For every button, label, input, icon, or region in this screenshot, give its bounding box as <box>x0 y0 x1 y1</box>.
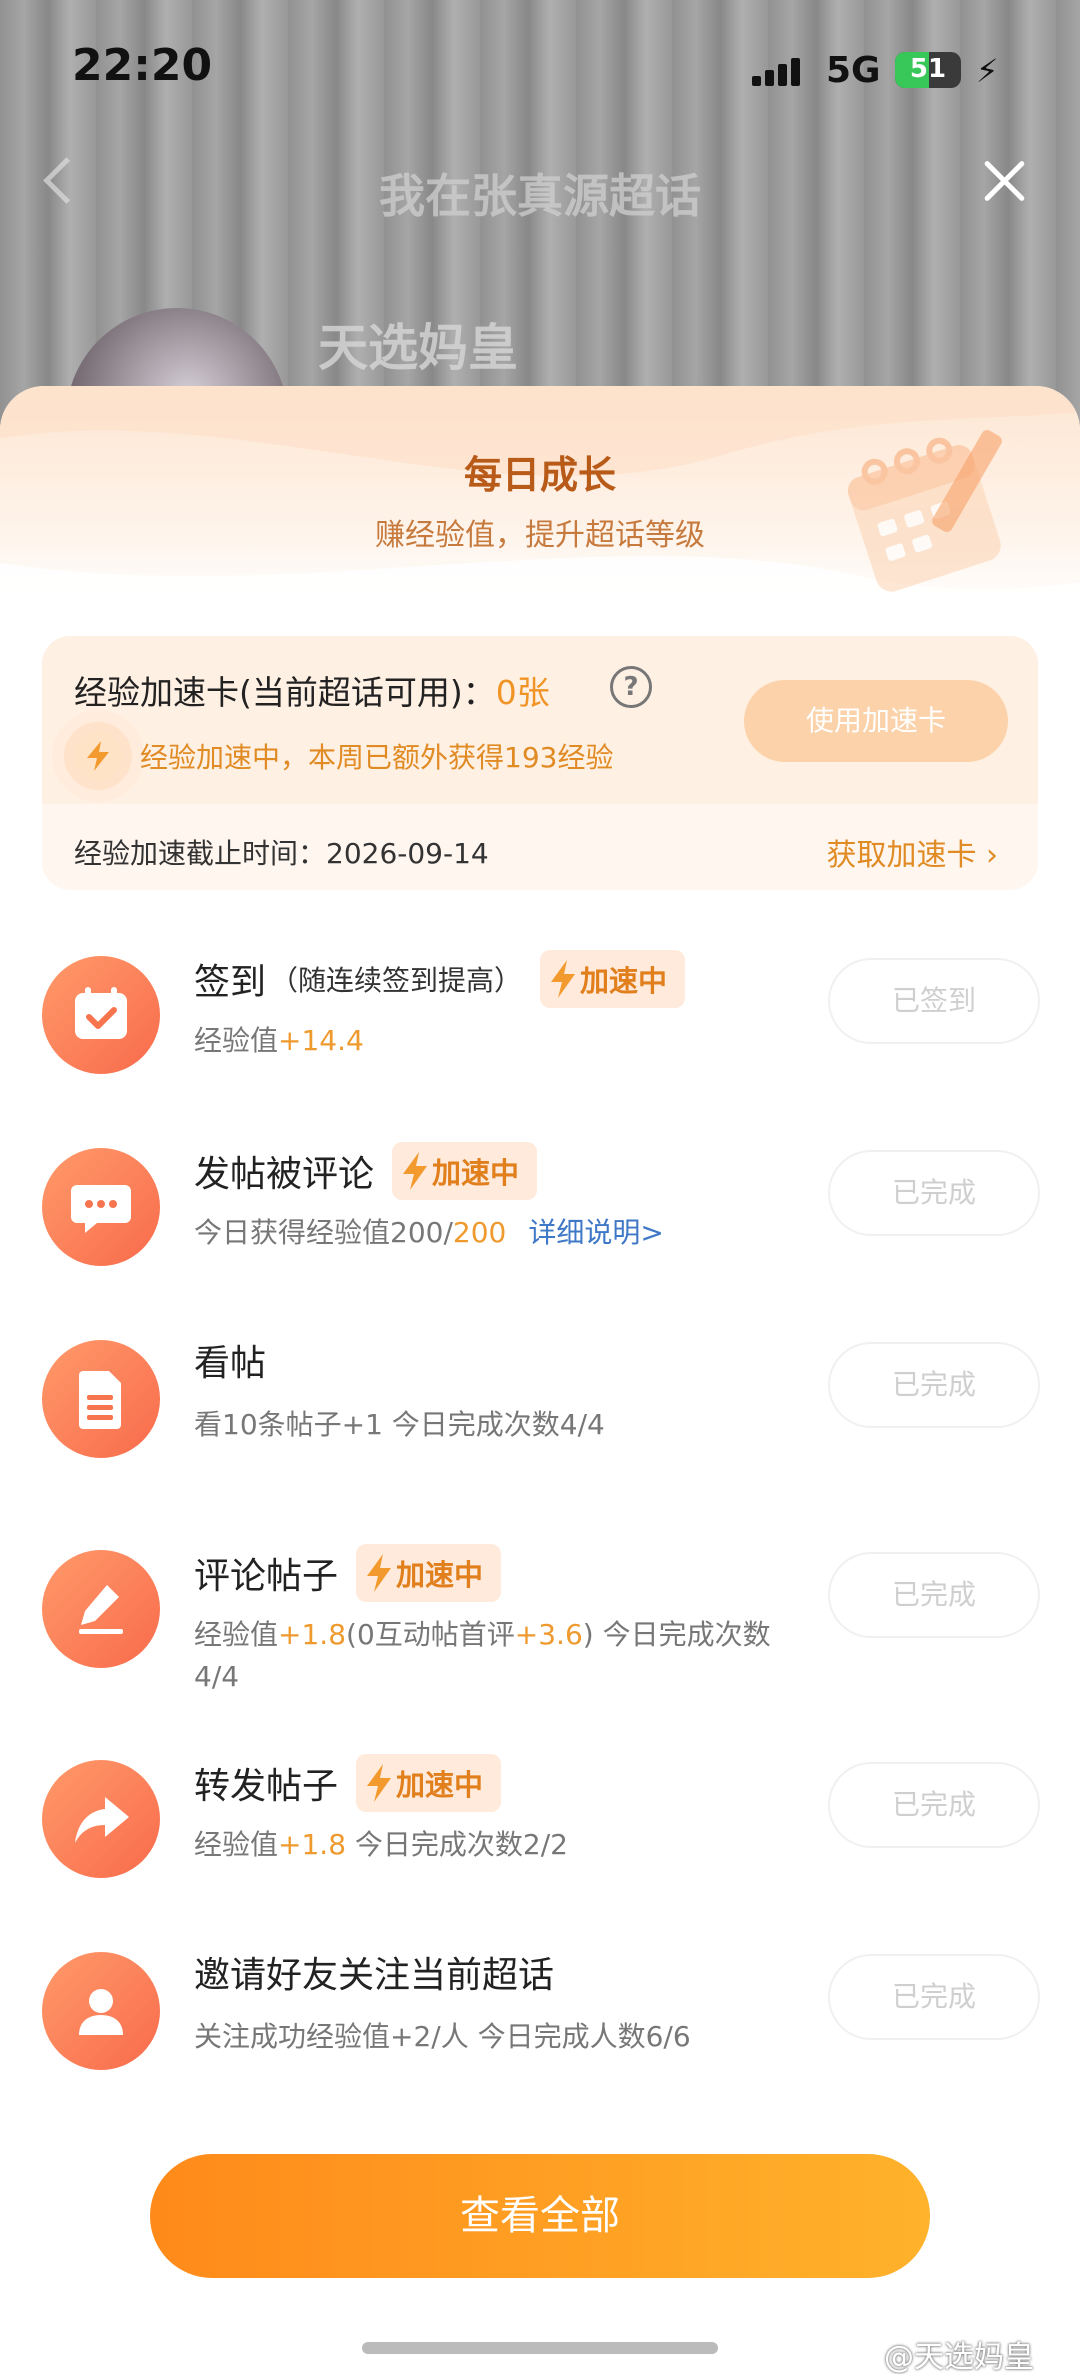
completed-button[interactable]: 已完成 <box>828 1552 1040 1638</box>
task-description: 经验值+1.8 今日完成次数2/2 <box>194 1828 568 1861</box>
share-arrow-icon <box>42 1760 160 1878</box>
task-share-posts: 转发帖子 加速中 经验值+1.8 今日完成次数2/2 已完成 <box>0 1746 1080 1926</box>
task-note: （随连续签到提高） <box>270 964 523 997</box>
accelerating-status: 经验加速中，本周已额外获得193经验 <box>74 728 613 784</box>
accelerating-text: 经验加速中，本周已额外获得193经验 <box>140 741 614 774</box>
task-title: 发帖被评论 <box>194 1154 375 1195</box>
daily-growth-sheet: 每日成长 赚经验值，提升超话等级 经验加速卡(当前超话可用)：0张 ? 使用加速… <box>0 386 1080 2374</box>
help-icon[interactable]: ? <box>610 666 652 708</box>
calendar-illustration-icon <box>847 430 1002 592</box>
task-description: 经验值+14.4 <box>194 1024 364 1057</box>
signal-icon <box>752 56 808 86</box>
watermark: @天选妈皇 <box>884 2340 1034 2374</box>
lightning-icon <box>403 1152 428 1190</box>
task-title: 邀请好友关注当前超话 <box>194 1955 555 1996</box>
battery-percent: 51 <box>909 54 947 84</box>
network-label: 5G <box>826 50 881 91</box>
task-description: 经验值+1.8(0互动帖首评+3.6) 今日完成次数4/4 <box>194 1618 771 1693</box>
calendar-icon <box>42 956 160 1074</box>
task-checkin: 签到 （随连续签到提高） 加速中 经验值+14.4 已签到 <box>0 942 1080 1122</box>
charging-icon: ⚡ <box>976 52 999 90</box>
task-post-commented: 发帖被评论 加速中 今日获得经验值200/200 详细说明> 已完成 <box>0 1134 1080 1314</box>
status-time: 22:20 <box>72 40 213 91</box>
home-indicator[interactable] <box>362 2342 718 2354</box>
accelerating-badge: 加速中 <box>540 950 686 1008</box>
chat-bubble-icon <box>42 1148 160 1266</box>
get-booster-link[interactable]: 获取加速卡 › <box>826 830 998 874</box>
lightning-icon <box>74 732 122 780</box>
accelerating-badge: 加速中 <box>356 1754 502 1812</box>
lightning-icon <box>551 960 576 998</box>
username: 天选妈皇 <box>318 319 518 377</box>
task-comment-posts: 评论帖子 加速中 经验值+1.8(0互动帖首评+3.6) 今日完成次数4/4 已… <box>0 1536 1080 1716</box>
task-description: 看10条帖子+1 今日完成次数4/4 <box>194 1408 605 1441</box>
task-invite-friends: 邀请好友关注当前超话 关注成功经验值+2/人 今日完成人数6/6 已完成 <box>0 1938 1080 2118</box>
task-read-posts: 看帖 看10条帖子+1 今日完成次数4/4 已完成 <box>0 1326 1080 1506</box>
task-title: 评论帖子 <box>194 1556 339 1597</box>
booster-deadline: 经验加速截止时间：2026-09-14 <box>74 837 489 870</box>
completed-button[interactable]: 已完成 <box>828 1762 1040 1848</box>
task-description: 今日获得经验值200/200 详细说明> <box>194 1216 664 1249</box>
close-icon[interactable] <box>974 150 1034 210</box>
checked-in-button[interactable]: 已签到 <box>828 958 1040 1044</box>
details-link[interactable]: 详细说明> <box>528 1216 663 1249</box>
use-booster-button[interactable]: 使用加速卡 <box>744 680 1008 762</box>
accelerating-badge: 加速中 <box>392 1142 538 1200</box>
accelerating-badge: 加速中 <box>356 1544 502 1602</box>
document-icon <box>42 1340 160 1458</box>
battery-icon: 51 <box>895 52 961 88</box>
task-description: 关注成功经验值+2/人 今日完成人数6/6 <box>194 2020 691 2053</box>
user-icon <box>42 1952 160 2070</box>
view-all-button[interactable]: 查看全部 <box>150 2154 930 2278</box>
page-title: 我在张真源超话 <box>379 169 701 223</box>
task-title: 转发帖子 <box>194 1766 339 1807</box>
task-title: 看帖 <box>194 1343 267 1384</box>
booster-label: 经验加速卡(当前超话可用)：0张 <box>74 673 550 712</box>
completed-button[interactable]: 已完成 <box>828 1150 1040 1236</box>
completed-button[interactable]: 已完成 <box>828 1342 1040 1428</box>
task-title: 签到 <box>194 962 267 1003</box>
sheet-header: 每日成长 赚经验值，提升超话等级 <box>0 386 1080 626</box>
lightning-icon <box>367 1764 392 1802</box>
booster-card: 经验加速卡(当前超话可用)：0张 ? 使用加速卡 经验加速中，本周已额外获得19… <box>42 636 1038 890</box>
edit-pen-icon <box>42 1550 160 1668</box>
completed-button[interactable]: 已完成 <box>828 1954 1040 2040</box>
status-bar: 22:20 5G 51 ⚡ <box>0 0 1080 140</box>
lightning-icon <box>367 1554 392 1592</box>
booster-count: 0张 <box>495 673 550 712</box>
